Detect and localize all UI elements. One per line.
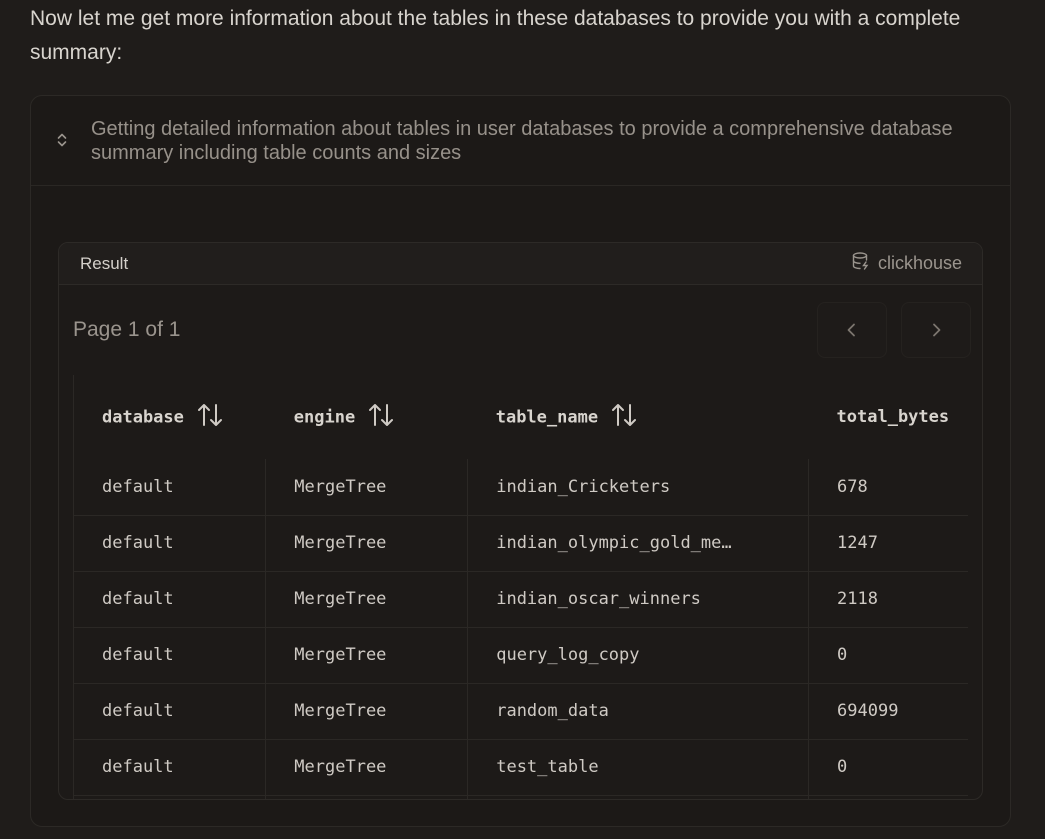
table-row: default MergeTree indian_Cricketers 678 [74, 459, 968, 516]
tool-call-title: Getting detailed information about table… [91, 118, 953, 164]
table-row: default MergeTree query_log_copy 0 [74, 627, 968, 684]
column-header-total-bytes[interactable]: total_bytes [809, 375, 968, 459]
result-table-container[interactable]: database engine table_name total_bytes d… [73, 375, 968, 799]
table-row [74, 795, 968, 799]
tool-call-panel: Getting detailed information about table… [30, 95, 1011, 827]
result-header: Result clickhouse [59, 243, 982, 285]
cell-engine: MergeTree [265, 515, 468, 572]
cell-table-name [467, 795, 809, 799]
previous-page-button[interactable] [817, 301, 887, 358]
page-indicator: Page 1 of 1 [73, 317, 181, 341]
result-card: Result clickhouse Page 1 of 1 database e… [58, 242, 983, 800]
cell-database: default [74, 683, 266, 740]
chevron-left-icon [847, 323, 855, 336]
cell-engine: MergeTree [265, 627, 468, 684]
column-header-engine[interactable]: engine [266, 375, 468, 459]
cell-table-name: indian_Cricketers [467, 459, 809, 516]
table-row: default MergeTree random_data 694099 [74, 683, 968, 740]
column-header-database[interactable]: database [74, 375, 266, 459]
pagination-bar: Page 1 of 1 [73, 301, 971, 358]
chevron-right-icon [933, 323, 941, 336]
cell-engine [265, 795, 468, 799]
cell-total-bytes: 678 [808, 459, 968, 516]
cell-total-bytes: 0 [808, 627, 968, 684]
next-page-button[interactable] [901, 301, 971, 358]
assistant-message-text: Now let me get more information about th… [30, 7, 961, 64]
database-icon [851, 251, 871, 276]
cell-engine: MergeTree [265, 459, 468, 516]
cell-table-name: test_table [467, 739, 809, 796]
cell-database [74, 795, 266, 799]
cell-table-name: indian_oscar_winners [467, 571, 809, 628]
cell-database: default [74, 571, 266, 628]
cell-database: default [74, 459, 266, 516]
table-row: default MergeTree indian_oscar_winners 2… [74, 571, 968, 628]
cell-table-name: indian_olympic_gold_me… [467, 515, 809, 572]
cell-engine: MergeTree [265, 571, 468, 628]
data-source-label: clickhouse [877, 253, 962, 273]
column-header-table-name[interactable]: table_name [468, 375, 809, 459]
table-row: default MergeTree indian_olympic_gold_me… [74, 515, 968, 572]
expand-collapse-icon[interactable] [53, 131, 71, 149]
cell-database: default [74, 739, 266, 796]
cell-total-bytes [808, 795, 968, 799]
cell-table-name: random_data [467, 683, 809, 740]
cell-table-name: query_log_copy [467, 627, 809, 684]
cell-total-bytes: 0 [808, 739, 968, 796]
cell-database: default [74, 515, 266, 572]
cell-total-bytes: 694099 [808, 683, 968, 740]
cell-database: default [74, 627, 266, 684]
sort-icon[interactable] [610, 402, 638, 433]
cell-engine: MergeTree [265, 683, 468, 740]
sort-icon[interactable] [196, 402, 224, 433]
tool-call-header[interactable]: Getting detailed information about table… [31, 96, 1010, 186]
result-table: database engine table_name total_bytes d… [74, 375, 968, 799]
cell-total-bytes: 2118 [808, 571, 968, 628]
data-source: clickhouse [851, 251, 962, 276]
cell-engine: MergeTree [265, 739, 468, 796]
result-label: Result [80, 253, 129, 273]
cell-total-bytes: 1247 [808, 515, 968, 572]
table-row: default MergeTree test_table 0 [74, 739, 968, 796]
sort-icon[interactable] [367, 402, 395, 433]
